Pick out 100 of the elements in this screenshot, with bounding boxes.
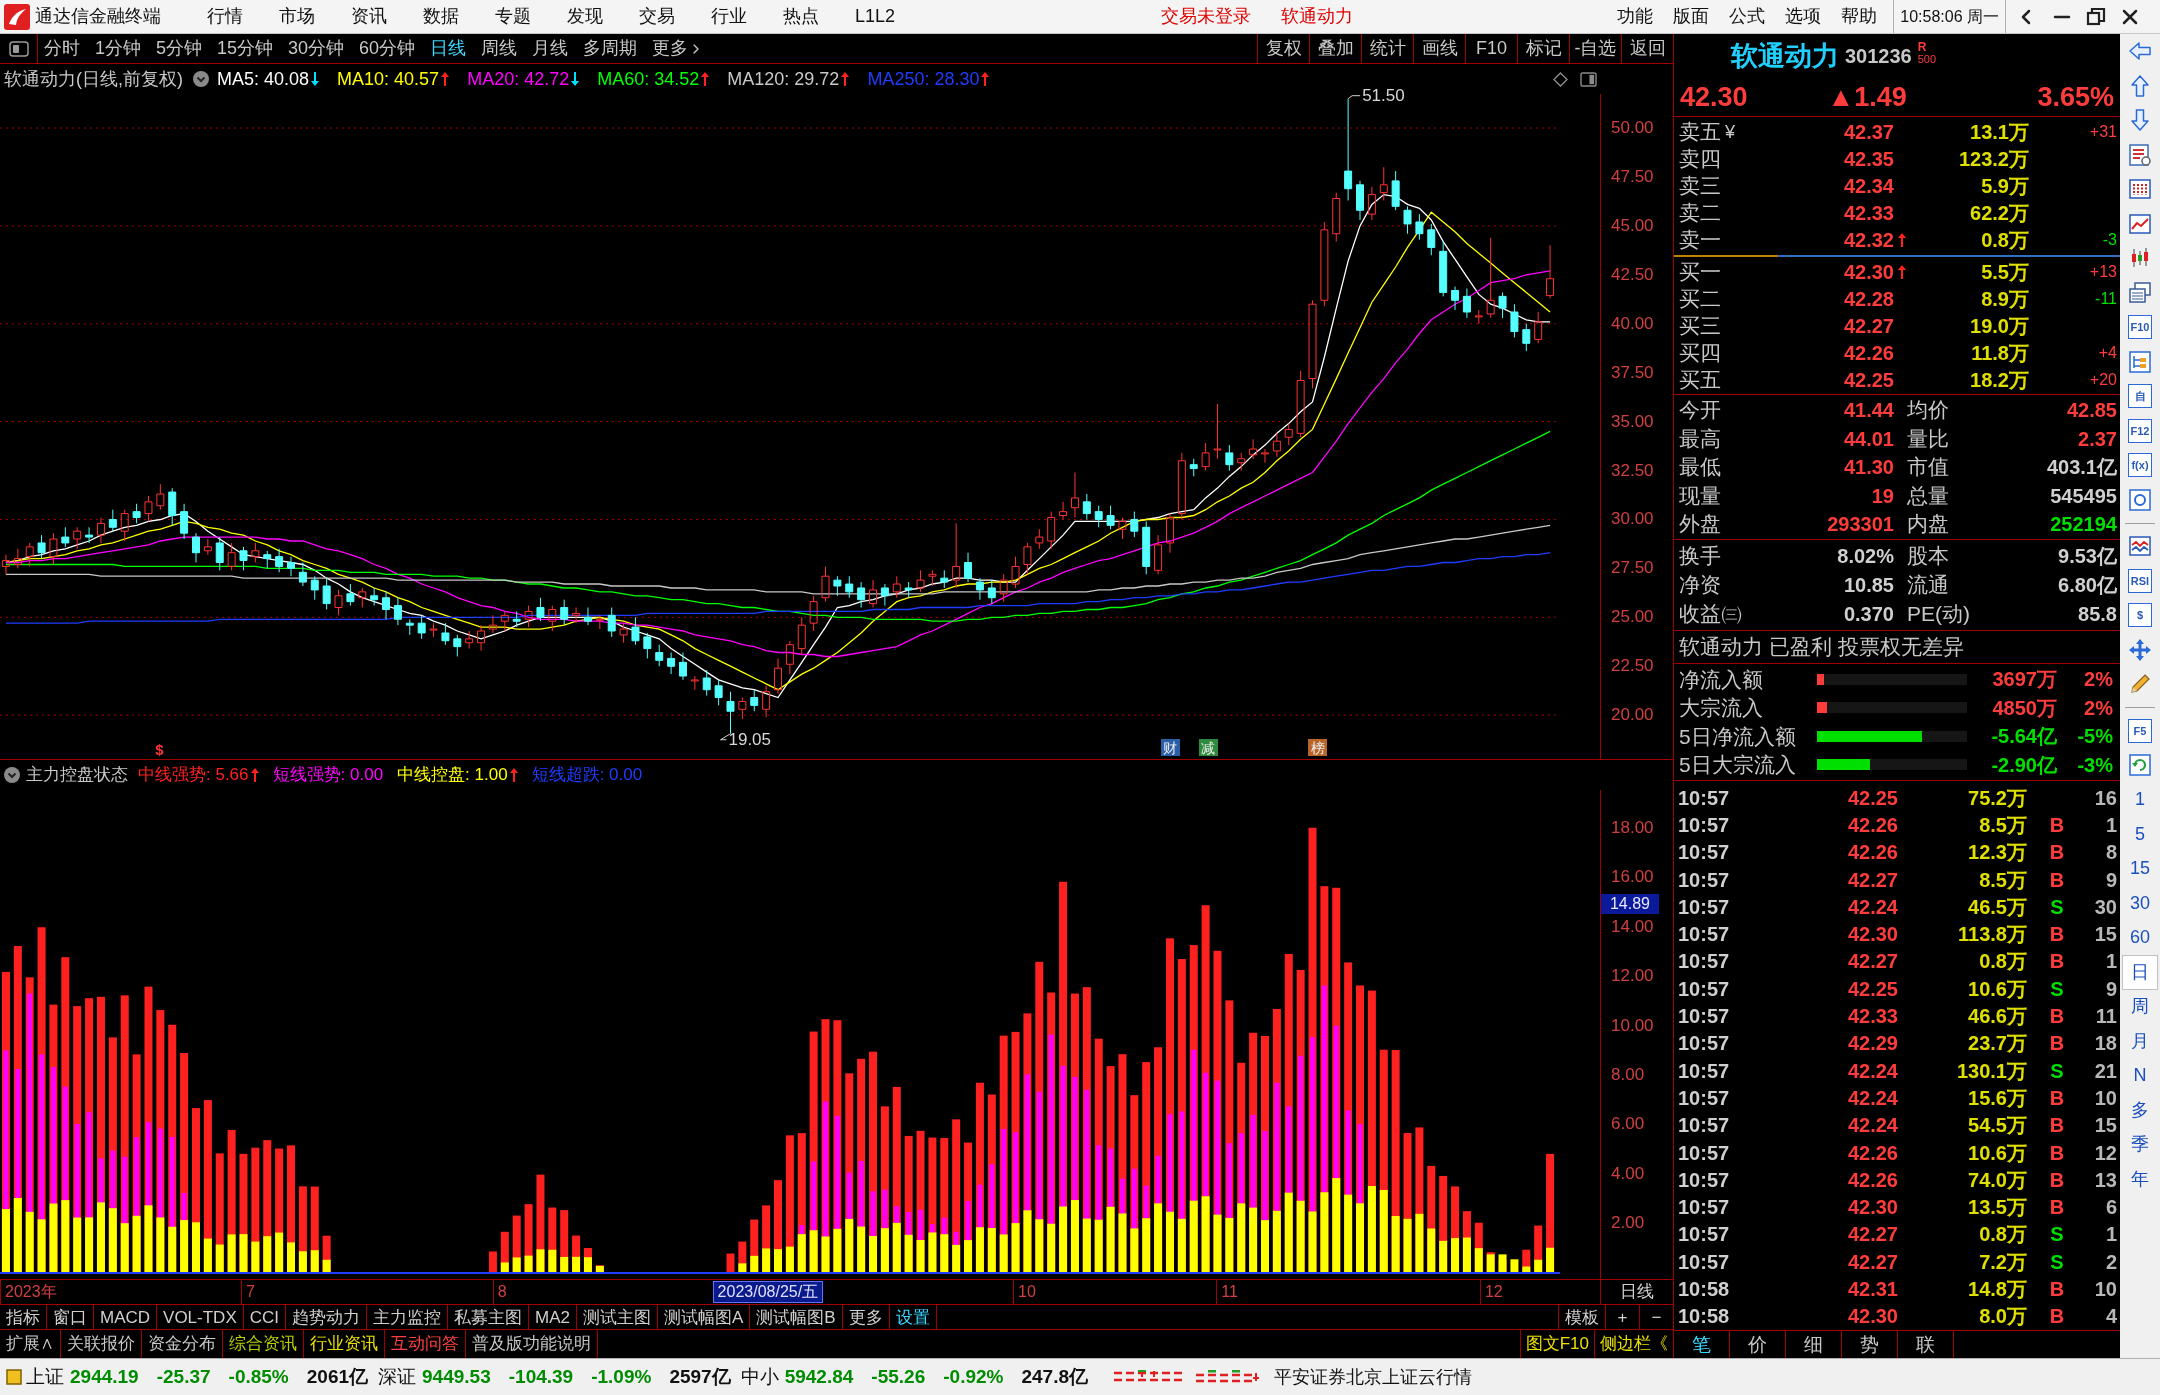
refresh-icon[interactable] [2128, 753, 2152, 778]
menu-item[interactable]: 功能 [1617, 3, 1654, 30]
stat-value: 403.1亿 [2045, 455, 2117, 480]
diamond-icon[interactable] [1553, 71, 1568, 87]
trade-side: B [2049, 812, 2065, 838]
period-tab[interactable]: 1分钟 [95, 35, 141, 62]
period-tab[interactable]: 15分钟 [217, 35, 274, 62]
menu-item[interactable]: 选项 [1785, 3, 1822, 30]
text-tool-button[interactable]: RSI [2128, 568, 2152, 593]
windows-icon[interactable] [2128, 280, 2152, 305]
period-button[interactable]: 周 [2122, 989, 2158, 1024]
period-tab[interactable]: 5分钟 [156, 35, 203, 62]
indicator-tab[interactable]: 设置 [889, 1305, 937, 1329]
text-tool-button[interactable]: F12 [2128, 418, 2152, 443]
indicator-value: 短线强势: 0.00 [272, 764, 384, 787]
indicator-tab[interactable]: 指标 [0, 1305, 47, 1329]
period-tab[interactable]: 月线 [532, 35, 569, 62]
price-axis-label: 27.50 [1611, 558, 1654, 579]
menu-item[interactable]: 数据 [423, 3, 495, 30]
indicator-tab[interactable]: 测试主图 [577, 1305, 658, 1329]
panel-button[interactable]: 模板 [1558, 1305, 1605, 1329]
period-button[interactable]: N [2122, 1058, 2158, 1093]
period-tab[interactable]: 多周期 [583, 35, 638, 62]
event-tag[interactable]: 财 [1160, 739, 1180, 756]
menu-item[interactable]: 版面 [1673, 3, 1710, 30]
menu-item[interactable]: 公式 [1729, 3, 1766, 30]
period-tab[interactable]: 60分钟 [359, 35, 416, 62]
more-periods-button[interactable]: 更多 [652, 35, 705, 62]
event-tag[interactable]: 减 [1198, 739, 1218, 756]
menu-item[interactable]: 行情 [207, 3, 279, 30]
menu-item[interactable]: 行业 [711, 3, 783, 30]
report-icon[interactable] [2128, 142, 2152, 167]
panel-toggle-icon[interactable] [1580, 71, 1597, 87]
indicator-tab[interactable]: CCI [243, 1305, 287, 1329]
period-tab[interactable]: 日线 [430, 35, 467, 62]
indicator-tab[interactable]: 测试幅图A [658, 1305, 751, 1329]
panel-button[interactable]: + [1605, 1305, 1639, 1329]
panel-button[interactable]: − [1639, 1305, 1673, 1329]
order-level-label: 卖一 [1679, 227, 1721, 254]
text-tool-button[interactable]: F5 [2128, 718, 2152, 743]
period-button[interactable]: 30 [2122, 886, 2158, 921]
chart-tool-button[interactable]: 统计 [1361, 34, 1413, 63]
candlestick [987, 579, 996, 605]
indicator-tab[interactable]: MACD [94, 1305, 158, 1329]
menu-item[interactable]: 发现 [567, 3, 639, 30]
menu-item[interactable]: 市场 [279, 3, 351, 30]
menu-item[interactable]: 帮助 [1841, 3, 1878, 30]
period-tab[interactable]: 30分钟 [288, 35, 345, 62]
menu-item[interactable]: 交易 [639, 3, 711, 30]
grid-icon[interactable] [2128, 177, 2152, 202]
chart-tool-button[interactable]: 返回 [1621, 34, 1673, 63]
chart-tool-button[interactable]: F10 [1465, 34, 1517, 63]
stat-label: 净资 [1678, 572, 1722, 599]
dropdown-icon[interactable] [4, 767, 20, 783]
text-tool-button[interactable]: f(x) [2128, 453, 2152, 478]
indicator-tab[interactable]: 趋势动力 [286, 1305, 368, 1329]
chart-tool-button[interactable]: 复权 [1257, 34, 1309, 63]
order-change: +31 [2089, 122, 2117, 142]
chart-tool-button[interactable]: 叠加 [1309, 34, 1361, 63]
period-button[interactable]: 多 [2122, 1093, 2158, 1128]
indicator-tab[interactable]: 窗口 [47, 1305, 94, 1329]
wave-chart-icon[interactable] [2128, 534, 2152, 559]
period-button[interactable]: 1 [2122, 782, 2158, 817]
period-button[interactable]: 季 [2122, 1127, 2158, 1162]
menu-item[interactable]: L1L2 [855, 3, 927, 30]
indicator-tab[interactable]: 主力监控 [367, 1305, 449, 1329]
menu-item[interactable]: 热点 [783, 3, 855, 30]
period-button[interactable]: 月 [2122, 1024, 2158, 1059]
up-arrow-icon[interactable] [2128, 73, 2152, 98]
indicator-tab[interactable]: VOL-TDX [157, 1305, 244, 1329]
chart-tool-button[interactable]: -自选 [1569, 34, 1621, 63]
line-chart-icon[interactable] [2128, 211, 2152, 236]
down-arrow-icon[interactable] [2128, 108, 2152, 133]
dropdown-icon[interactable] [193, 71, 209, 87]
restore-icon[interactable] [2086, 6, 2106, 27]
chart-tool-button[interactable]: 标记 [1517, 34, 1569, 63]
period-button[interactable]: 日 [2122, 955, 2158, 990]
event-tag[interactable]: 榜 [1308, 739, 1328, 756]
price-axis-label: 45.00 [1611, 215, 1654, 236]
period-button[interactable]: 5 [2122, 817, 2158, 852]
menu-item[interactable]: 资讯 [351, 3, 423, 30]
candlestick [203, 538, 212, 556]
period-tab[interactable]: 周线 [481, 35, 518, 62]
period-button[interactable]: 60 [2122, 920, 2158, 955]
text-tool-button[interactable]: $ [2128, 603, 2152, 628]
panel-toggle-icon[interactable] [8, 40, 29, 57]
chart-tool-button[interactable]: 画线 [1413, 34, 1465, 63]
move-icon[interactable] [2128, 637, 2152, 662]
text-tool-button[interactable]: F10 [2128, 315, 2152, 340]
period-button[interactable]: 年 [2122, 1162, 2158, 1197]
menu-item[interactable]: 专题 [495, 3, 567, 30]
indicator-tab[interactable]: 更多 [842, 1305, 890, 1329]
text-tool-button[interactable]: 自 [2128, 384, 2152, 409]
trade-price: 42.26 [1846, 840, 1898, 866]
indicator-tab[interactable]: MA2 [529, 1305, 577, 1329]
indicator-tab[interactable]: 测试幅图B [750, 1305, 843, 1329]
period-tab[interactable]: 分时 [44, 35, 80, 62]
tree-icon[interactable] [2128, 349, 2152, 374]
indicator-tab[interactable]: 私募主图 [448, 1305, 530, 1329]
period-button[interactable]: 15 [2122, 851, 2158, 886]
